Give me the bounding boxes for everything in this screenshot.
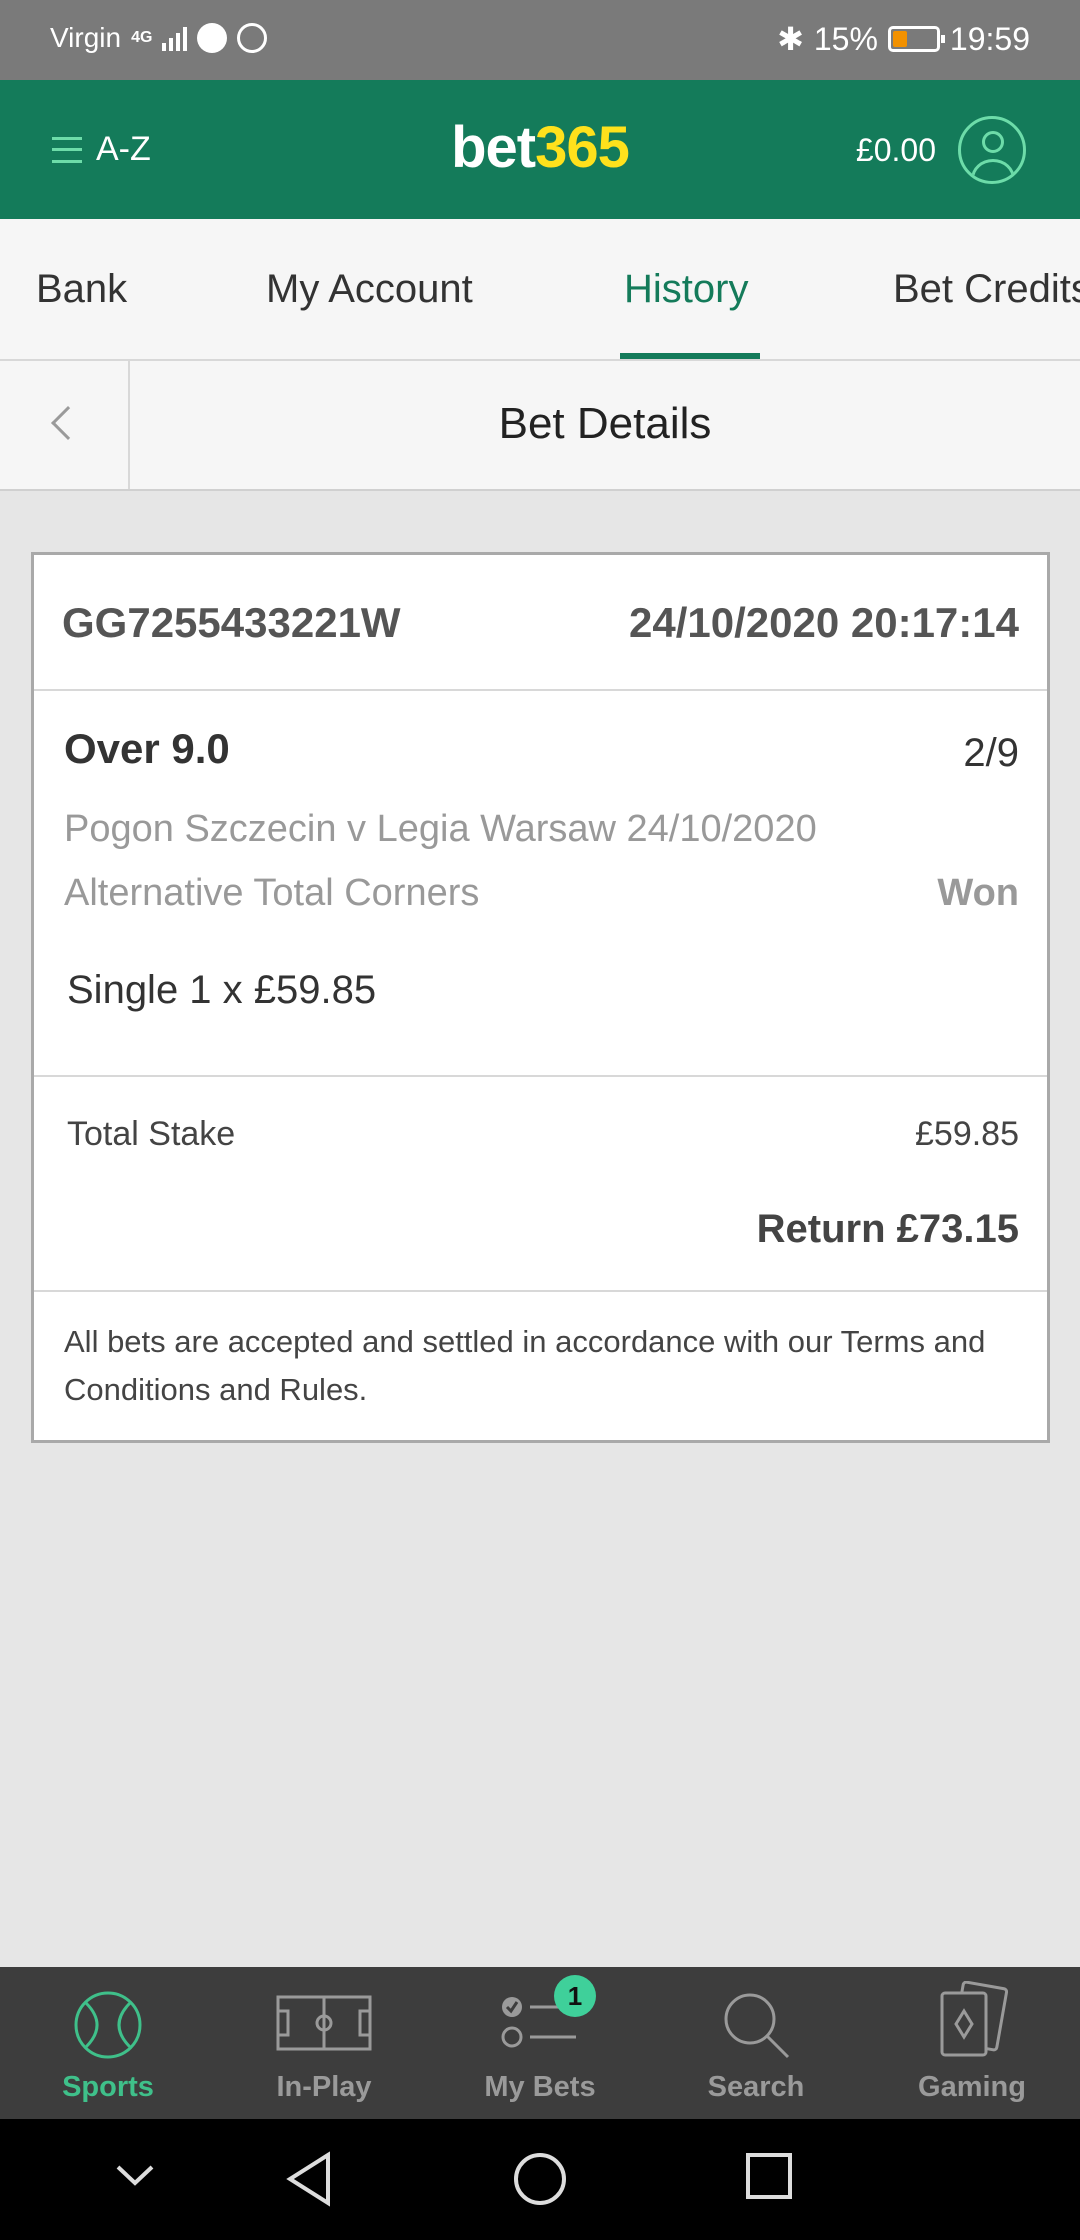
total-stake-value: £59.85 [915, 1115, 1019, 1153]
account-balance[interactable]: £0.00 [856, 132, 936, 169]
bet-datetime: 24/10/2020 20:17:14 [629, 599, 1019, 646]
tab-history[interactable]: History [624, 267, 748, 312]
divider [34, 1290, 1047, 1292]
battery-icon [887, 26, 945, 52]
status-right: ✱ 15% 19:59 [777, 20, 1030, 58]
divider [34, 1075, 1047, 1077]
clock: 19:59 [949, 20, 1030, 57]
nav-gaming[interactable]: Gaming [864, 1967, 1080, 2119]
account-avatar-button[interactable] [958, 116, 1026, 184]
bet-card-header: GG7255433221W 24/10/2020 20:17:14 [34, 555, 1047, 691]
tab-my-account[interactable]: My Account [266, 267, 473, 312]
logo-text-365: 365 [535, 115, 630, 180]
bet-market: Alternative Total Corners [64, 872, 480, 914]
nav-sports[interactable]: Sports [0, 1967, 216, 2119]
signal-icon [162, 25, 188, 51]
nav-search-label: Search [707, 2071, 805, 2103]
network-type: 4G [131, 29, 153, 46]
terms-text[interactable]: All bets are accepted and settled in acc… [64, 1318, 1007, 1414]
system-nav-bar [0, 2119, 1080, 2240]
bet-details-card: GG7255433221W 24/10/2020 20:17:14 Over 9… [31, 552, 1050, 1443]
app-header: A-Z bet365 £0.00 [0, 80, 1080, 219]
bet-reference: GG7255433221W [62, 599, 401, 646]
bet-selection: Over 9.0 [64, 725, 230, 772]
tab-bank[interactable]: Bank [36, 267, 127, 312]
nav-my-bets[interactable]: 1 My Bets [432, 1967, 648, 2119]
bottom-nav: Sports In-Play 1 My Bets Search Gaming [0, 1967, 1080, 2119]
nav-in-play[interactable]: In-Play [216, 1967, 432, 2119]
back-button[interactable] [0, 361, 130, 489]
bet-odds: 2/9 [963, 731, 1019, 775]
bet-details-header: Bet Details [0, 361, 1080, 491]
recents-icon[interactable] [744, 2151, 794, 2201]
home-icon[interactable] [512, 2151, 568, 2207]
chevron-left-icon [51, 406, 85, 440]
user-icon [982, 131, 1004, 153]
my-bets-count-badge: 1 [554, 1975, 596, 2017]
bet-type: Single 1 x £59.85 [67, 968, 377, 1012]
bet-return: Return £73.15 [756, 1207, 1019, 1251]
total-stake-label: Total Stake [67, 1115, 236, 1153]
logo-text-bet: bet [451, 115, 536, 180]
vowifi-icon [237, 23, 268, 53]
nav-sports-label: Sports [62, 2071, 154, 2103]
bet-fixture: Pogon Szczecin v Legia Warsaw 24/10/2020 [64, 808, 817, 850]
pitch-icon [276, 1995, 372, 2051]
sports-ball-icon [74, 1991, 142, 2059]
battery-percent: 15% [813, 20, 878, 57]
wifi-calling-icon [197, 23, 228, 53]
status-bar: Virgin 4G ✱ 15% 19:59 [0, 0, 1080, 80]
account-tabs: Bank My Account History Bet Credits [0, 219, 1080, 361]
active-tab-indicator [620, 353, 760, 359]
page-title: Bet Details [498, 399, 712, 448]
bluetooth-icon: ✱ [777, 21, 804, 57]
search-icon [724, 1993, 790, 2059]
status-left: Virgin 4G [50, 22, 268, 54]
back-icon[interactable] [284, 2151, 336, 2207]
nav-in-play-label: In-Play [276, 2071, 372, 2103]
nav-gaming-label: Gaming [918, 2071, 1026, 2103]
nav-search[interactable]: Search [648, 1967, 864, 2119]
cards-icon [940, 1981, 1008, 2057]
nav-my-bets-label: My Bets [484, 2071, 596, 2103]
user-icon-body [971, 159, 1015, 181]
bet-result-badge: Won [937, 872, 1019, 914]
collapse-icon[interactable] [114, 2163, 156, 2189]
carrier-name: Virgin [50, 22, 122, 53]
tab-bet-credits[interactable]: Bet Credits [893, 267, 1080, 312]
